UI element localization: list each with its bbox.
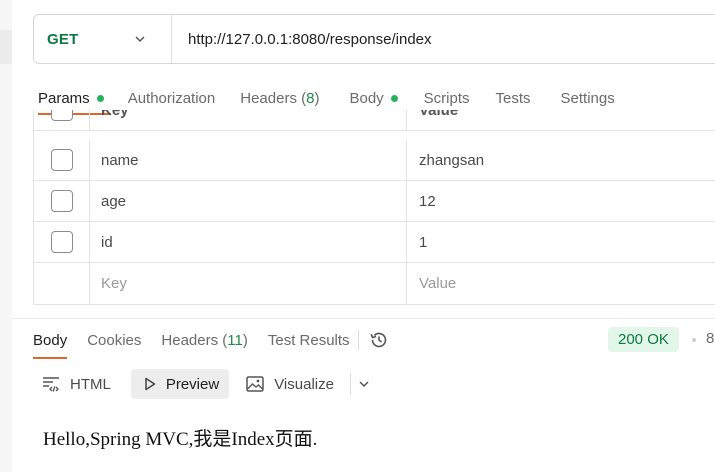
paren-close: ) [242,331,248,349]
response-body-preview: Hello,Spring MVC,我是Index页面. [43,429,318,450]
tab-headers[interactable]: Headers (8) [235,84,324,112]
column-header-value: Value [419,110,459,119]
tab-scripts[interactable]: Scripts [419,84,475,112]
params-table: Key Value name zhangsan age 12 id 1 Key … [33,110,715,305]
table-row: id 1 [34,222,715,263]
left-gutter [0,0,12,472]
table-row: name zhangsan [34,140,715,181]
tab-params-label: Params [38,89,90,107]
html-format-button[interactable]: HTML [33,369,119,399]
meta-separator-dot [692,338,696,342]
response-tabs: Body Cookies Headers (11) Test Results [33,325,390,359]
tab-settings-label: Settings [560,89,615,107]
row-check-cell [34,140,90,180]
format-toolbar: HTML Preview Visualize [33,369,371,399]
image-icon [246,376,264,392]
param-key-cell[interactable]: name [90,140,407,180]
tab-authorization-label: Authorization [127,89,216,107]
tab-cookies[interactable]: Cookies [87,326,141,354]
tabs-separator [357,330,359,350]
tab-settings[interactable]: Settings [556,84,620,112]
row-check-cell [34,181,90,221]
table-row: age 12 [34,181,715,222]
table-header-row: Key Value [34,110,715,131]
row-check-cell [34,222,90,262]
tab-response-headers-count: 11 [227,331,243,349]
param-value-cell[interactable]: zhangsan [407,140,715,180]
tab-tests-label: Tests [495,89,531,107]
row-checkbox[interactable] [50,149,73,171]
row-checkbox[interactable] [50,190,73,212]
tab-response-headers[interactable]: Headers (11) [161,326,247,354]
url-input[interactable] [172,15,715,63]
response-time-truncated[interactable]: 8 [706,330,714,347]
html-format-label: HTML [70,375,111,393]
visualize-label: Visualize [274,375,334,393]
tab-cookies-label: Cookies [87,331,142,349]
tab-response-body[interactable]: Body [33,326,68,359]
tab-headers-label: Headers [240,89,297,107]
tab-headers-count: 8 [306,89,315,107]
request-bar: GET [33,14,715,64]
row-checkbox[interactable] [50,231,73,253]
param-value-cell[interactable]: 1 [407,222,715,262]
visualize-button[interactable]: Visualize [237,369,342,399]
play-icon [145,377,156,391]
row-check-cell [34,263,90,304]
tab-tests[interactable]: Tests [491,84,536,112]
toolbar-separator [349,373,351,395]
tab-test-results[interactable]: Test Results [268,326,350,354]
status-badge[interactable]: 200 OK [608,327,679,352]
section-divider [12,318,715,319]
paren-open: ( [296,89,307,107]
code-format-icon [43,377,59,392]
tab-params[interactable]: Params [33,84,111,115]
tab-body[interactable]: Body [344,84,402,112]
new-param-row: Key Value [34,263,715,304]
new-value-input[interactable]: Value [407,263,715,304]
tab-response-headers-label: Headers [161,331,219,349]
method-select[interactable]: GET [34,15,172,63]
method-label: GET [47,30,79,48]
param-key-cell[interactable]: age [90,181,407,221]
param-value-cell[interactable]: 12 [407,181,715,221]
select-all-checkbox[interactable] [50,110,73,121]
tab-test-results-label: Test Results [267,331,350,349]
tab-body-label: Body [349,89,384,107]
tab-response-body-label: Body [33,331,68,349]
body-indicator-dot [390,94,398,102]
chevron-down-icon [135,36,145,43]
tab-authorization[interactable]: Authorization [123,84,221,112]
preview-button[interactable]: Preview [130,369,230,399]
chevron-down-icon[interactable] [357,377,371,391]
new-key-input[interactable]: Key [90,263,407,304]
tab-scripts-label: Scripts [423,89,470,107]
column-header-key: Key [90,110,407,130]
paren-close: ) [314,89,320,107]
param-key-cell[interactable]: id [90,222,407,262]
gutter-highlight [0,30,12,64]
paren-open: ( [218,331,228,349]
params-indicator-dot [96,94,104,102]
preview-label: Preview [165,375,220,393]
header-check-cell [34,110,90,130]
history-icon[interactable] [368,329,390,351]
